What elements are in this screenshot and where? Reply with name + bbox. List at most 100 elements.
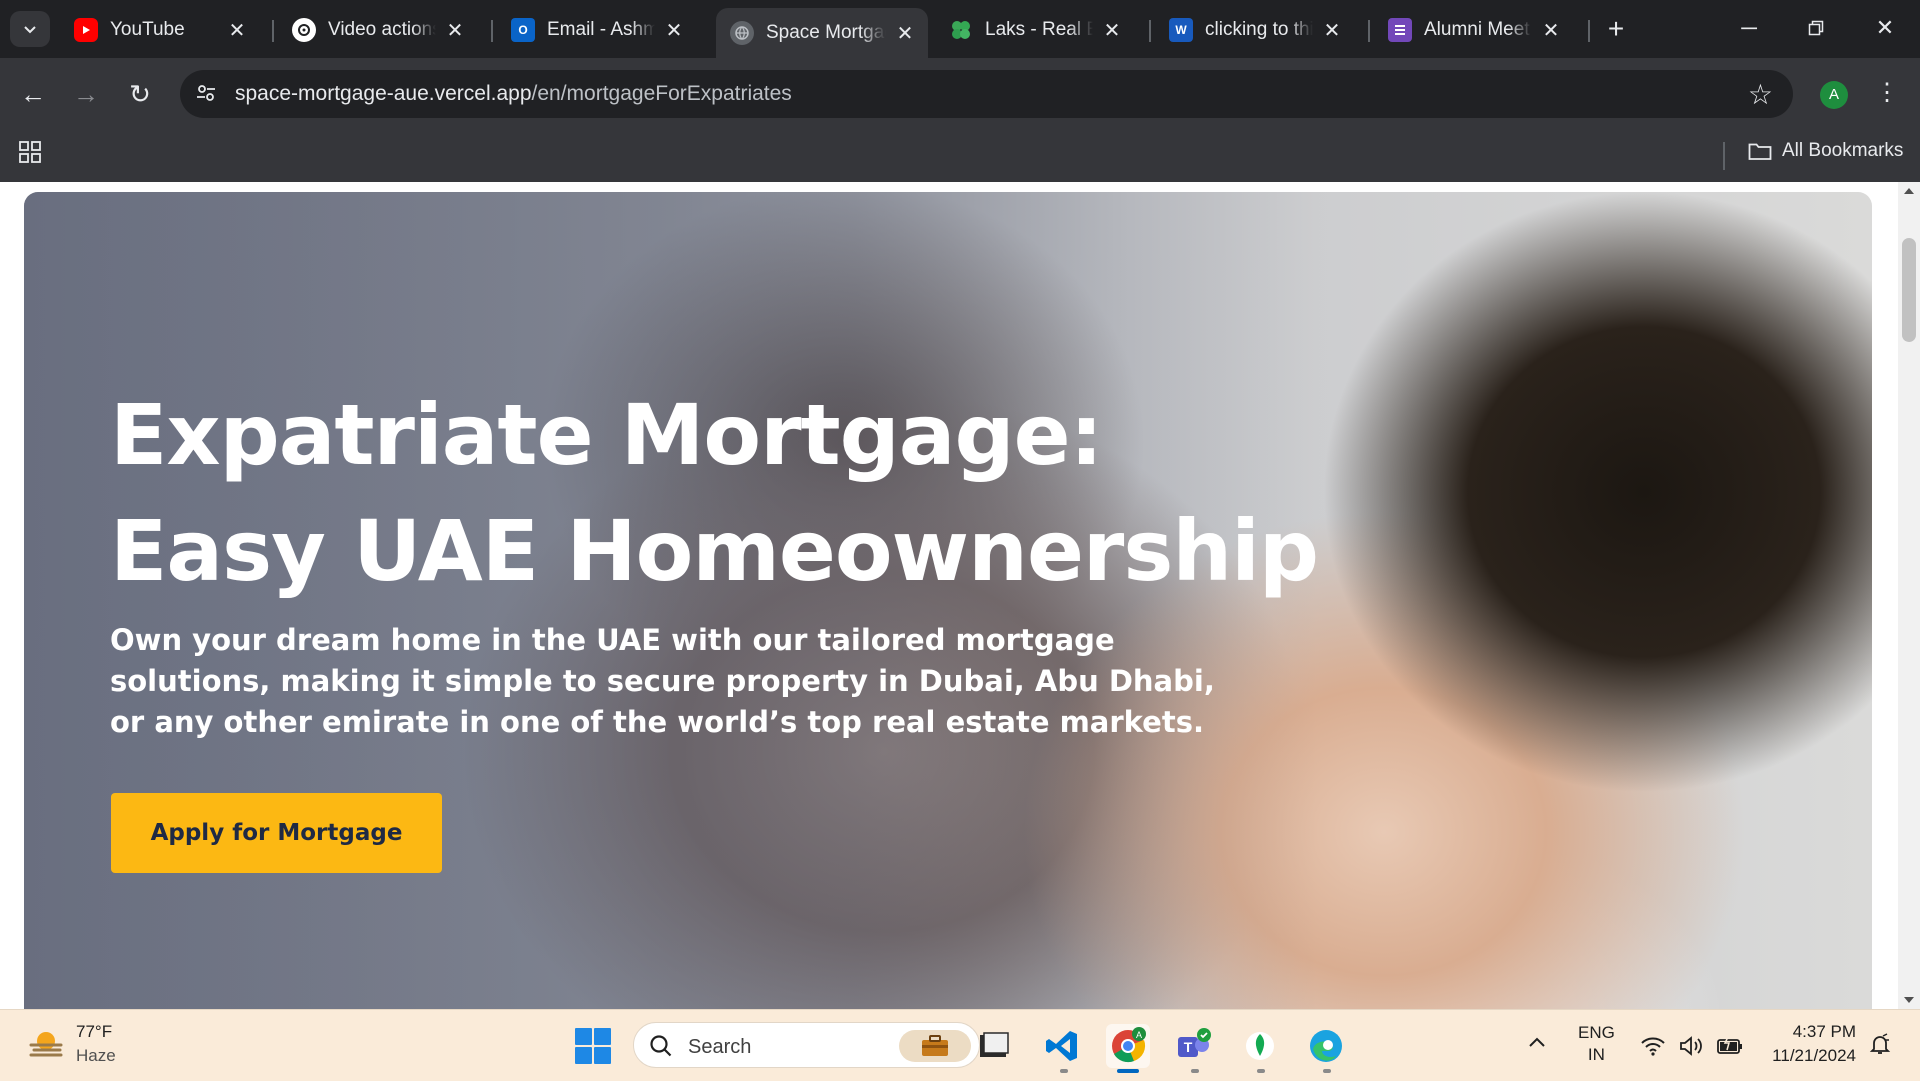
url-path: /en/mortgageForExpatriates: [531, 82, 792, 105]
hero-banner: Expatriate Mortgage: Easy UAE Homeowners…: [24, 192, 1872, 1009]
url-domain: space-mortgage-aue.vercel.app: [235, 82, 532, 105]
chevron-down-icon: [24, 26, 36, 34]
page-scrollbar[interactable]: [1898, 182, 1920, 1009]
taskbar-clock[interactable]: 4:37 PM 11/21/2024: [1760, 1020, 1856, 1068]
battery-charging-icon[interactable]: [1716, 1034, 1744, 1058]
tab-title: YouTube: [110, 19, 185, 40]
forward-arrow-icon[interactable]: →: [68, 76, 104, 112]
clock-time: 4:37 PM: [1792, 1022, 1856, 1041]
word-icon: W: [1169, 18, 1193, 42]
reload-icon[interactable]: ↻: [122, 76, 158, 112]
tab-close-icon[interactable]: ✕: [444, 18, 466, 43]
close-window-icon[interactable]: ✕: [1862, 10, 1908, 46]
tab-separator: [272, 20, 274, 42]
address-bar[interactable]: space-mortgage-aue.vercel.app/en/mortgag…: [180, 70, 1793, 118]
url-text[interactable]: space-mortgage-aue.vercel.app/en/mortgag…: [235, 82, 792, 106]
tab-word-document[interactable]: W clicking to this ✕: [1155, 8, 1355, 52]
tab-close-icon[interactable]: ✕: [894, 21, 916, 46]
svg-text:T: T: [1184, 1039, 1193, 1055]
notification-bell-icon[interactable]: [1868, 1032, 1892, 1061]
active-indicator: [1117, 1069, 1139, 1073]
openai-icon: [292, 18, 316, 42]
windows-start-icon[interactable]: [575, 1028, 611, 1064]
svg-text:A: A: [1136, 1030, 1142, 1040]
apply-for-mortgage-button[interactable]: Apply for Mortgage: [111, 793, 442, 873]
wifi-icon[interactable]: [1640, 1034, 1666, 1058]
tab-close-icon[interactable]: ✕: [226, 18, 248, 43]
youtube-icon: [74, 18, 98, 42]
edge-icon[interactable]: [1304, 1024, 1348, 1068]
system-tray[interactable]: [1640, 1034, 1744, 1058]
back-arrow-icon[interactable]: ←: [15, 76, 51, 112]
all-bookmarks-label: All Bookmarks: [1782, 140, 1904, 161]
tab-separator: [1149, 20, 1151, 42]
tab-separator: [1588, 20, 1590, 42]
tab-title: clicking to this: [1205, 19, 1313, 40]
haze-sun-icon: [29, 1032, 63, 1057]
apps-grid-icon[interactable]: [18, 140, 42, 169]
new-tab-plus-icon[interactable]: +: [1600, 14, 1632, 46]
weather-temperature: 77°F: [76, 1022, 113, 1041]
briefcase-icon: [899, 1030, 971, 1062]
vscode-icon[interactable]: [1040, 1024, 1084, 1068]
tab-separator: [491, 20, 493, 42]
clock-date: 11/21/2024: [1772, 1046, 1856, 1065]
tab-title: Video actions: [328, 19, 436, 40]
windows-taskbar: 77°F Haze Search A T ENG IN 4:37 PM 11/2…: [0, 1009, 1920, 1081]
running-indicator: [1257, 1069, 1265, 1073]
tab-strip: YouTube ✕ Video actions ✕ O Email - Ashm…: [0, 0, 1920, 58]
hero-heading: Expatriate Mortgage: Easy UAE Homeowners…: [110, 386, 1319, 600]
search-icon: [650, 1035, 672, 1057]
leaf-icon: [949, 18, 973, 42]
outlook-icon: O: [511, 18, 535, 42]
show-hidden-icons-chevron-icon[interactable]: [1528, 1032, 1546, 1053]
tab-close-icon[interactable]: ✕: [1540, 18, 1562, 43]
running-indicator: [1323, 1069, 1331, 1073]
running-indicator: [1060, 1069, 1068, 1073]
tab-search-button[interactable]: [10, 11, 50, 47]
browser-toolbar: ← → ↻ space-mortgage-aue.vercel.app/en/m…: [0, 58, 1920, 130]
language-region: IN: [1587, 1045, 1605, 1064]
all-bookmarks-button[interactable]: All Bookmarks: [1748, 140, 1903, 162]
volume-icon[interactable]: [1678, 1034, 1704, 1058]
folder-icon: [1748, 143, 1772, 160]
language-indicator[interactable]: ENG IN: [1578, 1022, 1615, 1066]
minimize-icon[interactable]: ─: [1726, 10, 1772, 46]
profile-avatar[interactable]: A: [1820, 81, 1848, 109]
running-indicator: [1191, 1069, 1199, 1073]
forms-icon: [1388, 18, 1412, 42]
file-explorer-icon[interactable]: [972, 1024, 1016, 1068]
tab-close-icon[interactable]: ✕: [663, 18, 685, 43]
taskbar-search-box[interactable]: Search: [633, 1022, 980, 1068]
tab-separator: [1368, 20, 1370, 42]
weather-widget[interactable]: 77°F Haze: [26, 1020, 116, 1068]
tab-video-actions[interactable]: Video actions ✕: [278, 8, 478, 52]
scrollbar-thumb[interactable]: [1902, 238, 1916, 342]
tab-close-icon[interactable]: ✕: [1321, 18, 1343, 43]
more-menu-icon[interactable]: ⋮: [1875, 78, 1899, 108]
site-settings-icon[interactable]: [194, 82, 218, 106]
weather-condition: Haze: [76, 1046, 116, 1065]
bookmark-star-icon[interactable]: ☆: [1748, 78, 1773, 111]
chrome-icon[interactable]: A: [1106, 1024, 1150, 1068]
tab-title: Space Mortgage: [766, 22, 886, 43]
tab-laks-real-estate[interactable]: Laks - Real Estate ✕: [935, 8, 1135, 52]
language-code: ENG: [1578, 1023, 1615, 1042]
bookmarks-separator: [1723, 142, 1725, 170]
tab-email[interactable]: O Email - Ashmit ✕: [497, 8, 697, 52]
scroll-down-icon[interactable]: [1904, 997, 1914, 1003]
tab-title: Laks - Real Estate: [985, 19, 1093, 40]
tab-youtube[interactable]: YouTube ✕: [60, 8, 260, 52]
tab-title: Alumni Meet: [1424, 19, 1530, 40]
tab-close-icon[interactable]: ✕: [1101, 18, 1123, 43]
scroll-up-icon[interactable]: [1904, 188, 1914, 194]
tab-space-mortgage[interactable]: Space Mortgage ✕: [716, 8, 928, 58]
teams-icon[interactable]: T: [1172, 1024, 1216, 1068]
restore-icon[interactable]: [1793, 10, 1839, 46]
page-viewport: Expatriate Mortgage: Easy UAE Homeowners…: [0, 182, 1920, 1009]
tab-alumni-meet[interactable]: Alumni Meet ✕: [1374, 8, 1574, 52]
taskbar-search-placeholder: Search: [688, 1036, 752, 1058]
bookmarks-bar: All Bookmarks: [0, 130, 1920, 182]
globe-icon: [730, 21, 754, 45]
mongodb-compass-icon[interactable]: [1238, 1024, 1282, 1068]
